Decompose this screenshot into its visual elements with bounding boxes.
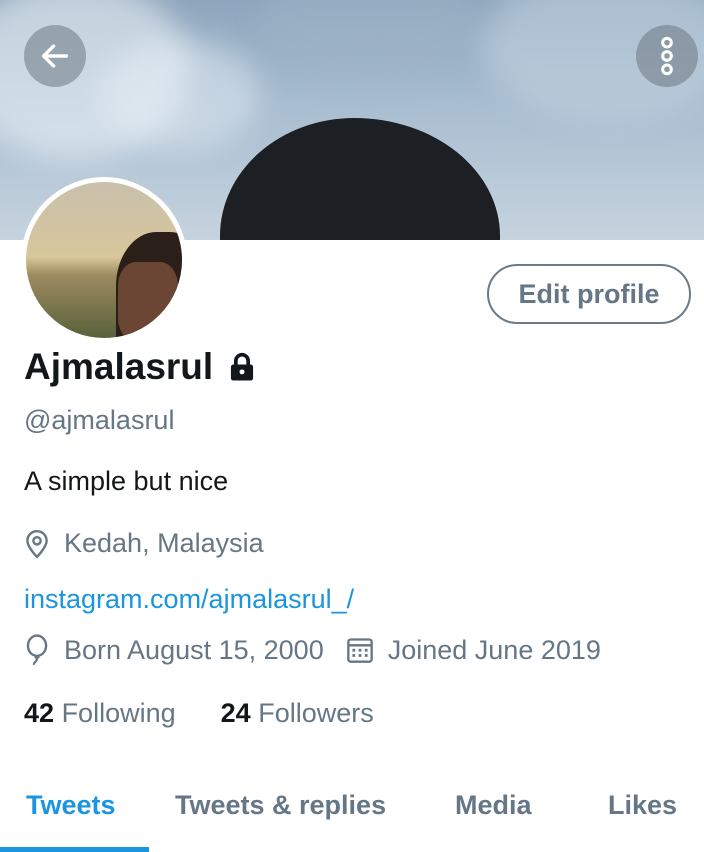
balloon-icon [26,634,48,666]
profile-name-row: Ajmalasrul [24,346,257,388]
avatar[interactable] [21,177,187,343]
profile-location: Kedah, Malaysia [64,528,264,558]
calendar-icon [346,638,373,663]
more-options-button[interactable] [636,25,698,87]
profile-website-link[interactable]: instagram.com/ajmalasrul_/ [24,584,354,615]
lock-icon [231,352,254,381]
edit-profile-button[interactable]: Edit profile [487,264,691,324]
followers-stat[interactable]: 24 Followers [221,698,374,728]
profile-handle: @ajmalasrul [24,405,175,435]
more-vertical-icon [661,36,673,76]
profile-tabs: Tweets Tweets & replies Media Likes [0,780,704,852]
tab-media[interactable]: Media [455,790,532,821]
location-pin-icon [26,529,48,559]
followers-label: Followers [258,698,374,728]
tab-likes[interactable]: Likes [608,790,677,821]
profile-dates-row: Born August 15, 2000 Joined June 2019 [24,634,601,666]
following-label: Following [61,698,176,728]
profile-name: Ajmalasrul [24,346,214,387]
followers-count: 24 [220,698,251,728]
banner-photo-subject [220,118,500,240]
tab-tweets[interactable]: Tweets [26,790,116,821]
profile-bio: A simple but nice [24,466,229,496]
back-button[interactable] [24,25,86,87]
profile-birthdate: Born August 15, 2000 [64,634,324,665]
arrow-left-icon [41,44,69,68]
profile-location-row: Kedah, Malaysia [24,528,264,559]
following-count: 42 [24,698,55,728]
profile-stats: 42 Following 24 Followers [24,698,374,729]
following-stat[interactable]: 42 Following [24,698,176,728]
profile-joined-date: Joined June 2019 [387,634,601,665]
active-tab-indicator [0,847,149,852]
tab-tweets-and-replies[interactable]: Tweets & replies [175,790,386,821]
avatar-face [118,262,178,338]
